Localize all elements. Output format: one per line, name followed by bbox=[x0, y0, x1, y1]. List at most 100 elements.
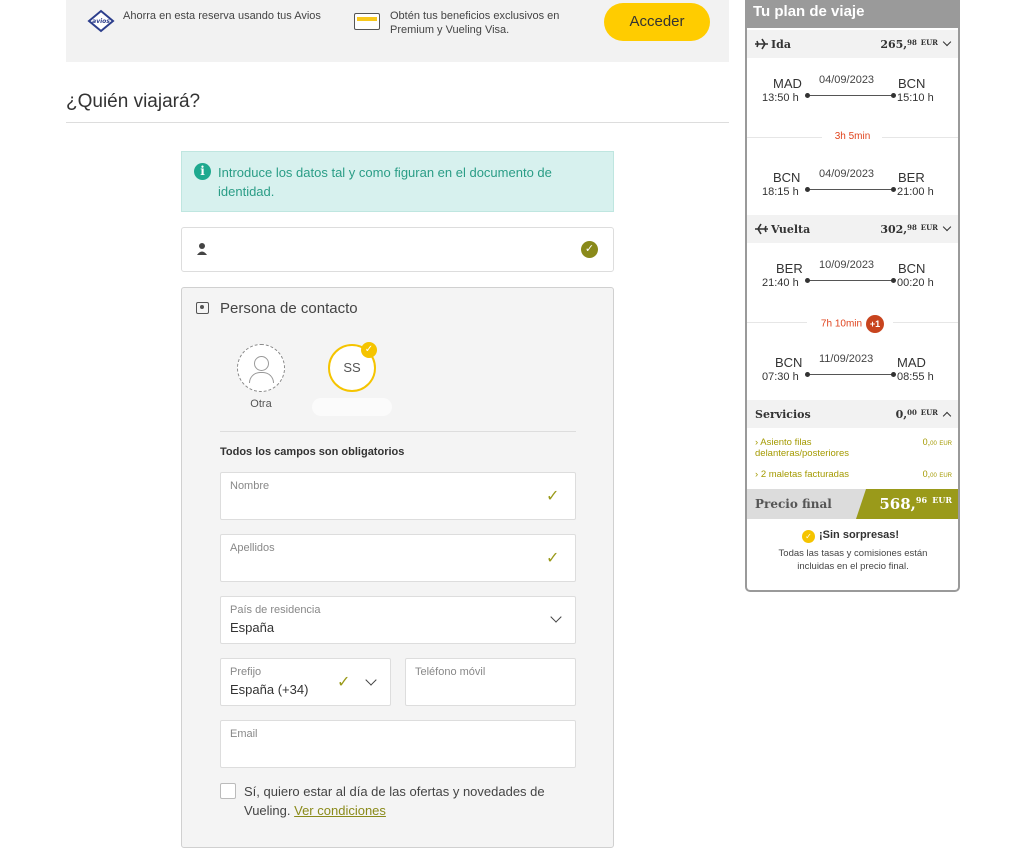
credit-card-icon bbox=[354, 13, 380, 30]
route-line bbox=[807, 374, 893, 375]
info-icon: i bbox=[194, 163, 211, 180]
prefix-value: España (+34) bbox=[230, 682, 309, 697]
final-price-value: 568,96 EUR bbox=[856, 489, 958, 519]
plane-return-icon bbox=[755, 223, 768, 235]
last-name-label: Apellidos bbox=[230, 542, 275, 554]
outbound-toggle[interactable]: Ida 265,98 EUR bbox=[747, 30, 958, 58]
email-label: Email bbox=[230, 728, 258, 740]
first-name-field[interactable]: Nombre ✓ bbox=[220, 472, 576, 520]
avios-text: Ahorra en esta reserva usando tus Avios bbox=[123, 10, 321, 22]
arrival-time: 08:55 h bbox=[897, 371, 934, 383]
departure-time: 13:50 h bbox=[762, 92, 799, 104]
divider bbox=[66, 122, 729, 123]
chevron-up-icon bbox=[942, 411, 952, 421]
newsletter-label: Sí, quiero estar al día de las ofertas y… bbox=[244, 784, 545, 818]
avatar-other-button[interactable] bbox=[237, 344, 285, 392]
email-field[interactable]: Email bbox=[220, 720, 576, 768]
contact-title: Persona de contacto bbox=[220, 300, 358, 317]
route-dot bbox=[891, 372, 896, 377]
flight-date: 10/09/2023 bbox=[819, 259, 875, 271]
last-name-field[interactable]: Apellidos ✓ bbox=[220, 534, 576, 582]
final-price-label: Precio final bbox=[755, 497, 832, 511]
services-toggle[interactable]: Servicios 0,00 EUR bbox=[747, 400, 958, 428]
redacted-name bbox=[312, 398, 392, 416]
destination-code: MAD bbox=[897, 355, 926, 370]
check-icon: ✓ bbox=[337, 674, 351, 691]
outbound-price: 265,98 EUR bbox=[880, 38, 938, 51]
phone-field[interactable]: Teléfono móvil bbox=[405, 658, 576, 706]
flight-segment: BCN 18:15 h 04/09/2023 BER 21:00 h bbox=[747, 164, 958, 210]
prefix-select[interactable]: Prefijo España (+34) ✓ bbox=[220, 658, 391, 706]
origin-code: BCN bbox=[773, 170, 801, 185]
departure-time: 07:30 h bbox=[762, 371, 799, 383]
divider bbox=[220, 431, 576, 432]
avatar-other-label: Otra bbox=[250, 398, 272, 410]
route-line bbox=[807, 189, 893, 190]
departure-time: 18:15 h bbox=[762, 186, 799, 198]
info-text: Introduce los datos tal y como figuran e… bbox=[218, 165, 552, 199]
prefix-label: Prefijo bbox=[230, 666, 262, 678]
check-icon: ✓ bbox=[546, 488, 560, 505]
outbound-label: Ida bbox=[771, 38, 791, 51]
departure-time: 21:40 h bbox=[762, 277, 799, 289]
service-item: › Asiento filas delanteras/posteriores bbox=[755, 437, 849, 459]
return-label: Vuelta bbox=[771, 223, 811, 236]
flight-segment: BCN 07:30 h 11/09/2023 MAD 08:55 h bbox=[747, 349, 958, 395]
day-change-badge: +1 bbox=[866, 315, 885, 333]
route-line bbox=[807, 95, 893, 96]
arrival-time: 15:10 h bbox=[897, 92, 934, 104]
destination-code: BER bbox=[898, 170, 925, 185]
layover-duration: 7h 10min +1 bbox=[747, 315, 958, 333]
route-dot bbox=[805, 93, 810, 98]
chevron-down-icon bbox=[942, 222, 952, 232]
country-select[interactable]: País de residencia España bbox=[220, 596, 576, 644]
avios-logo-icon: avios bbox=[87, 9, 115, 33]
route-dot bbox=[891, 278, 896, 283]
check-icon: ✓ bbox=[802, 530, 815, 543]
origin-code: BCN bbox=[775, 355, 803, 370]
service-item: › 2 maletas facturadas bbox=[755, 469, 849, 480]
info-notice: i Introduce los datos tal y como figuran… bbox=[181, 151, 614, 212]
flight-segment: BER 21:40 h 10/09/2023 BCN 00:20 h bbox=[747, 255, 958, 301]
premium-text: Obtén tus beneficios exclusivos en Premi… bbox=[390, 10, 560, 36]
no-surprises-text: Todas las tasas y comisiones están inclu… bbox=[778, 548, 928, 572]
destination-code: BCN bbox=[898, 261, 926, 276]
contact-card: Persona de contacto Otra SS ✓ Todos los … bbox=[181, 287, 614, 848]
flight-date: 04/09/2023 bbox=[819, 74, 875, 86]
country-value: España bbox=[230, 620, 275, 635]
check-icon: ✓ bbox=[546, 550, 560, 567]
conditions-link[interactable]: Ver condiciones bbox=[294, 803, 386, 818]
return-toggle[interactable]: Vuelta 302,98 EUR bbox=[747, 215, 958, 243]
flight-date: 11/09/2023 bbox=[819, 353, 874, 365]
login-button[interactable]: Acceder bbox=[604, 3, 710, 41]
passenger-row[interactable]: ✓ bbox=[181, 227, 614, 272]
no-surprises-title: ¡Sin sorpresas! bbox=[819, 529, 900, 541]
travel-plan-title: Tu plan de viaje bbox=[747, 0, 958, 28]
arrival-time: 21:00 h bbox=[897, 186, 934, 198]
plane-departure-icon bbox=[755, 38, 768, 50]
phone-label: Teléfono móvil bbox=[415, 666, 486, 678]
country-label: País de residencia bbox=[230, 604, 321, 616]
destination-code: BCN bbox=[898, 76, 926, 91]
travel-plan-panel: Tu plan de viaje Ida 265,98 EUR MAD 13:5… bbox=[745, 0, 960, 592]
route-dot bbox=[805, 187, 810, 192]
return-price: 302,98 EUR bbox=[880, 223, 938, 236]
flight-segment: MAD 13:50 h 04/09/2023 BCN 15:10 h bbox=[747, 70, 958, 116]
newsletter-text: Sí, quiero estar al día de las ofertas y… bbox=[244, 782, 564, 820]
route-line bbox=[807, 280, 893, 281]
chevron-down-icon bbox=[942, 37, 952, 47]
check-icon: ✓ bbox=[581, 241, 598, 258]
final-price-bar: Precio final 568,96 EUR bbox=[747, 489, 958, 519]
service-price: 0,00 EUR bbox=[922, 469, 952, 479]
newsletter-checkbox[interactable] bbox=[220, 783, 236, 799]
arrival-time: 00:20 h bbox=[897, 277, 934, 289]
route-dot bbox=[891, 93, 896, 98]
origin-code: MAD bbox=[773, 76, 802, 91]
route-dot bbox=[891, 187, 896, 192]
page-title: ¿Quién viajará? bbox=[66, 91, 201, 112]
required-note: Todos los campos son obligatorios bbox=[220, 446, 405, 458]
chevron-down-icon bbox=[365, 674, 377, 686]
layover-duration: 3h 5min bbox=[834, 131, 871, 142]
first-name-label: Nombre bbox=[230, 480, 270, 492]
user-outline-body bbox=[249, 372, 274, 383]
